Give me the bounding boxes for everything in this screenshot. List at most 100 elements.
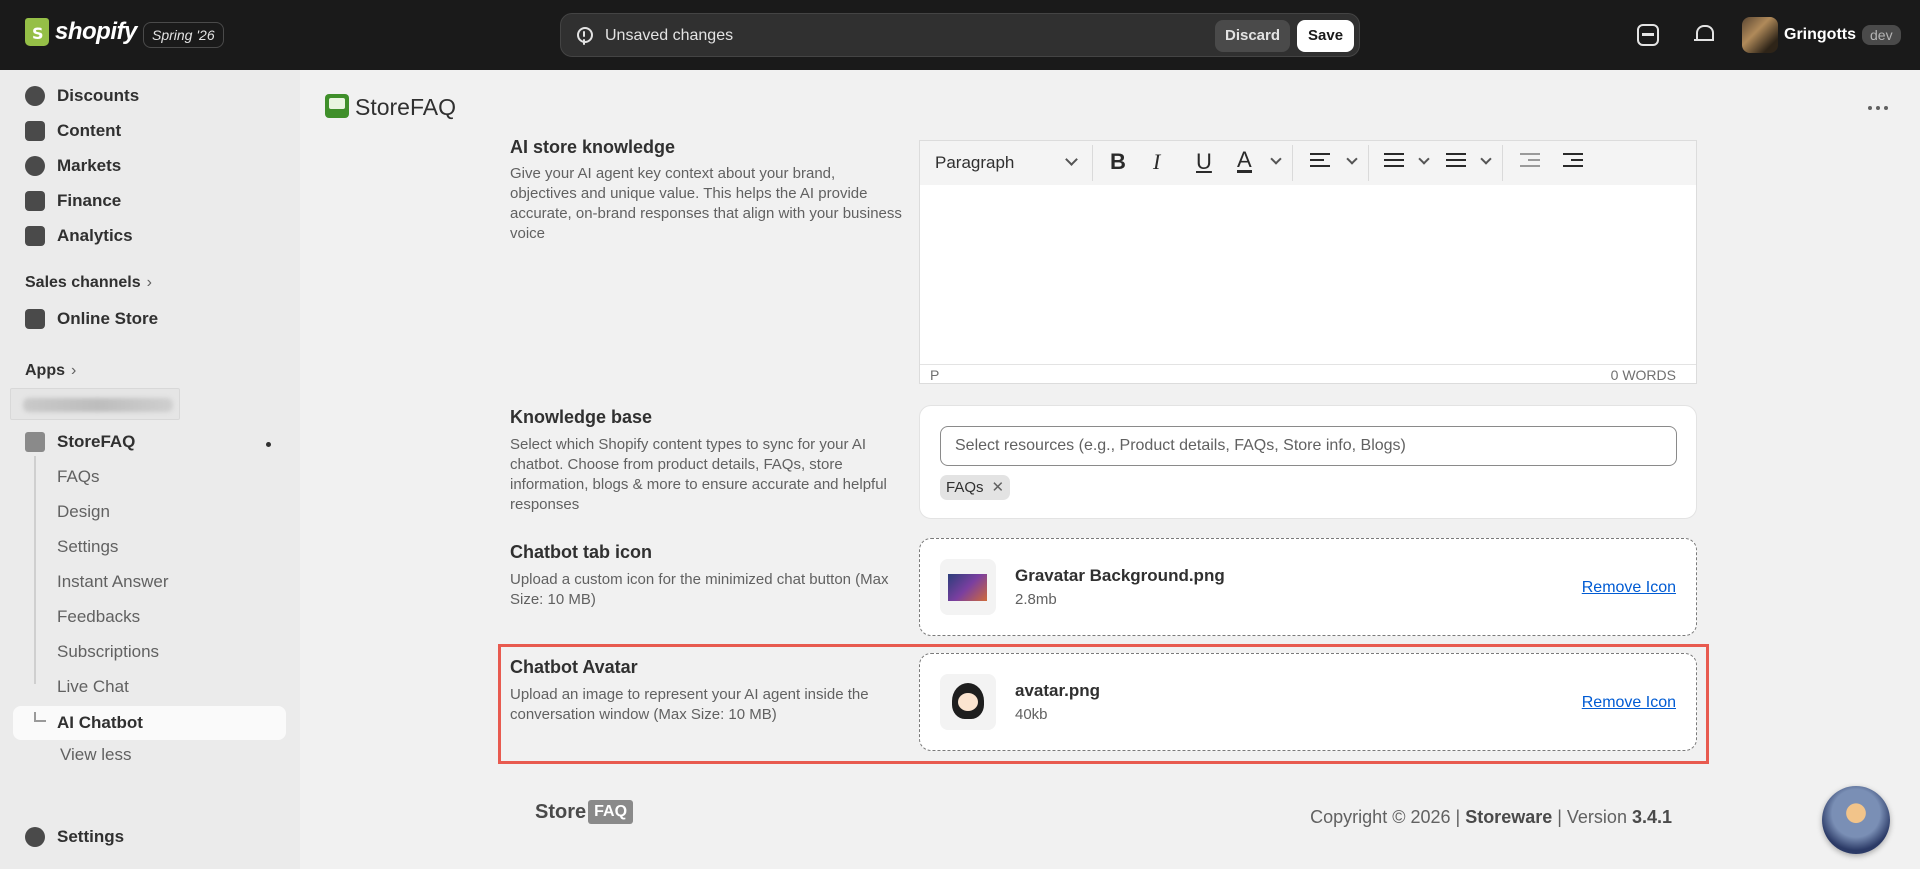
section-title-tab-icon: Chatbot tab icon [510, 542, 652, 562]
knowledge-base-card: Select resources (e.g., Product details,… [919, 405, 1697, 519]
sidebar-item-settings-sub[interactable]: Settings [57, 537, 118, 557]
sidebar-item-subscriptions[interactable]: Subscriptions [57, 642, 159, 662]
version-number: 3.4.1 [1631, 807, 1672, 827]
subnav-arrow-icon [34, 712, 46, 722]
discard-button[interactable]: Discard [1215, 20, 1291, 52]
apps-header[interactable]: Apps › [25, 362, 76, 380]
unsaved-changes-bar: Unsaved changes Discard Save [560, 13, 1360, 57]
sidebar: Discounts Content Markets Finance Analyt… [0, 70, 300, 869]
alert-icon [577, 27, 593, 43]
app-header: StoreFAQ [300, 70, 1920, 138]
sidebar-item-markets[interactable]: Markets [25, 156, 121, 176]
more-actions-icon[interactable] [1868, 106, 1888, 110]
tag-label: FAQs [946, 479, 984, 496]
chevron-down-icon[interactable] [1270, 153, 1282, 165]
file-name: Gravatar Background.png [1015, 566, 1225, 585]
image-preview [948, 574, 987, 601]
shopify-bag-icon [25, 18, 49, 46]
chevron-right-icon: › [71, 362, 77, 379]
indent-icon[interactable] [1563, 153, 1583, 171]
brand-name: shopify [55, 18, 137, 45]
bullet-list-icon[interactable] [1384, 153, 1404, 171]
sidebar-item-design[interactable]: Design [57, 502, 110, 522]
sidebar-item-feedbacks[interactable]: Feedbacks [57, 607, 140, 627]
close-icon[interactable]: ✕ [992, 475, 1005, 500]
editor-toolbar: Paragraph B I U A [920, 141, 1696, 185]
shopify-logo[interactable]: shopify [25, 18, 137, 46]
sidebar-item-faqs[interactable]: FAQs [57, 467, 100, 487]
top-bar: shopify Spring '26 Unsaved changes Disca… [0, 0, 1920, 70]
sidebar-item-label: AI Chatbot [57, 713, 143, 732]
chart-icon [25, 226, 45, 246]
section-label: Apps [25, 362, 65, 379]
logo-store-text: Store [535, 800, 587, 823]
italic-icon[interactable]: I [1153, 150, 1160, 174]
storefaq-logo-icon [325, 94, 349, 118]
section-title-knowledge: AI store knowledge [510, 137, 676, 157]
chevron-down-icon[interactable] [1480, 153, 1492, 165]
tab-icon-upload[interactable]: Gravatar Background.png 2.8mb Remove Ico… [919, 538, 1697, 636]
user-menu[interactable]: Gringotts dev [1742, 17, 1901, 53]
section-desc-knowledge-base: Select which Shopify content types to sy… [510, 436, 887, 513]
store-icon [25, 309, 45, 329]
chevron-down-icon[interactable] [1418, 153, 1430, 165]
copyright-text: Copyright © 2026 | [1310, 807, 1466, 827]
paragraph-select[interactable]: Paragraph [935, 153, 1014, 173]
chevron-down-icon[interactable] [1346, 153, 1358, 165]
section-label: Sales channels [25, 274, 141, 291]
sidebar-item-live-chat[interactable]: Live Chat [57, 677, 129, 697]
rich-text-editor[interactable]: Paragraph B I U A P 0 WORDS [919, 140, 1697, 384]
outdent-icon[interactable] [1520, 153, 1540, 171]
align-left-icon[interactable] [1310, 153, 1330, 171]
sidebar-item-settings[interactable]: Settings [25, 827, 124, 847]
company-name[interactable]: Storeware [1465, 807, 1552, 827]
numbered-list-icon[interactable] [1446, 153, 1466, 171]
sidebar-item-label: Discounts [57, 86, 140, 105]
text-color-icon[interactable]: A [1237, 149, 1252, 173]
sidebar-item-finance[interactable]: Finance [25, 191, 121, 211]
sidebar-item-ai-chatbot[interactable]: AI Chatbot [13, 706, 286, 740]
bold-icon[interactable]: B [1110, 150, 1126, 174]
divider [1092, 145, 1093, 181]
file-thumbnail [940, 559, 996, 615]
blurred-label [23, 398, 173, 412]
pin-dot-icon[interactable] [266, 442, 271, 447]
sidebar-item-label: StoreFAQ [57, 432, 136, 451]
sidebar-item-online-store[interactable]: Online Store [25, 309, 158, 329]
sidebar-item-content[interactable]: Content [25, 121, 121, 141]
copyright: Copyright © 2026 | Storeware | Version 3… [1310, 807, 1672, 828]
divider [1502, 145, 1503, 181]
unsaved-message: Unsaved changes [605, 27, 734, 44]
sidebar-item-label: Markets [57, 156, 122, 175]
underline-icon[interactable]: U [1196, 150, 1212, 174]
section-desc-tab-icon: Upload a custom icon for the minimized c… [510, 571, 889, 608]
bank-icon [25, 191, 45, 211]
sidebar-item-analytics[interactable]: Analytics [25, 226, 133, 246]
save-button[interactable]: Save [1297, 20, 1355, 52]
word-count: 0 WORDS [1610, 367, 1676, 383]
resources-select-input[interactable]: Select resources (e.g., Product details,… [940, 426, 1677, 466]
user-badge: dev [1862, 25, 1901, 45]
sidebar-item-blurred-app[interactable] [10, 388, 180, 420]
chevron-right-icon: › [146, 274, 152, 291]
sidebar-item-discounts[interactable]: Discounts [25, 86, 139, 106]
sidebar-item-label: Online Store [57, 309, 159, 328]
storefaq-logo-icon [25, 432, 45, 452]
chat-launcher-button[interactable] [1822, 786, 1890, 854]
bell-icon[interactable] [1693, 24, 1715, 46]
sidebar-item-label: Analytics [57, 226, 133, 245]
sidebar-item-storefaq[interactable]: StoreFAQ [25, 432, 135, 452]
remove-icon-link[interactable]: Remove Icon [1582, 579, 1676, 597]
chevron-down-icon [1065, 153, 1078, 166]
avatar [1742, 17, 1778, 53]
file-size: 2.8mb [1015, 591, 1057, 608]
view-less-link[interactable]: View less [60, 745, 132, 765]
sidebar-item-label: Finance [57, 191, 122, 210]
sales-channels-header[interactable]: Sales channels › [25, 274, 152, 292]
sidebar-item-instant-answer[interactable]: Instant Answer [57, 572, 169, 592]
storefaq-footer-logo: Store FAQ [535, 800, 634, 824]
discount-icon [25, 86, 45, 106]
globe-icon [25, 156, 45, 176]
element-path: P [930, 367, 940, 383]
sidekick-icon[interactable] [1637, 24, 1659, 46]
